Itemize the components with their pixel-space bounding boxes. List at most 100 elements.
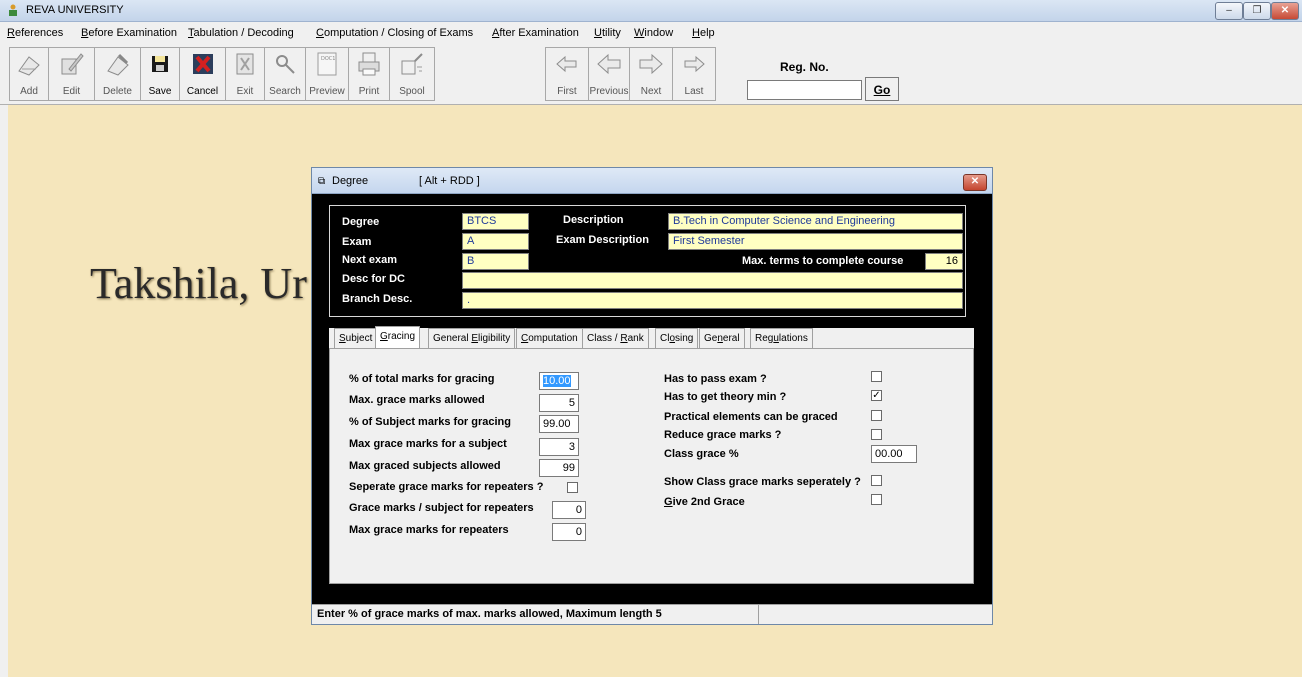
exit-door-icon: [236, 53, 254, 75]
last-record-button[interactable]: Last: [672, 47, 716, 101]
show-class-grace-label: Show Class grace marks seperately ?: [664, 476, 861, 488]
dialog-close-button[interactable]: ✕: [963, 174, 987, 191]
show-class-grace-checkbox[interactable]: [871, 475, 882, 486]
max-grace-marks-input[interactable]: 5: [539, 394, 579, 412]
edit-button[interactable]: Edit: [48, 47, 95, 101]
previous-record-button[interactable]: Previous: [588, 47, 630, 101]
max-graced-subjects-label: Max graced subjects allowed: [349, 460, 501, 472]
menu-references[interactable]: References: [7, 27, 63, 39]
toolbar: Add Edit Delete Save Cancel Exit Search …: [0, 44, 1302, 105]
restore-button[interactable]: ❐: [1243, 2, 1271, 20]
tab-gracing[interactable]: Gracing: [375, 326, 421, 349]
app-icon: [9, 4, 17, 16]
arrow-first-icon: [556, 55, 577, 73]
search-button[interactable]: Search: [264, 47, 306, 101]
has-to-pass-exam-label: Has to pass exam ?: [664, 373, 767, 385]
status-bar-message: Enter % of grace marks of max. marks all…: [312, 604, 758, 624]
menu-after-examination[interactable]: After Examination: [492, 27, 579, 39]
reg-no-label: Reg. No.: [780, 60, 829, 74]
cancel-button[interactable]: Cancel: [179, 47, 226, 101]
close-button[interactable]: ✕: [1271, 2, 1299, 20]
spool-button[interactable]: Spool: [389, 47, 435, 101]
has-to-pass-exam-checkbox[interactable]: [871, 371, 882, 382]
tab-closing[interactable]: Closing: [655, 328, 699, 348]
save-button[interactable]: Save: [140, 47, 180, 101]
preview-button[interactable]: DOC1 Preview: [305, 47, 349, 101]
tab-general-eligibility[interactable]: General Eligibility: [428, 328, 516, 348]
background-banner-text: Takshila, Ur: [90, 259, 307, 308]
max-grace-subject-input[interactable]: 3: [539, 438, 579, 456]
menu-window[interactable]: Window: [634, 27, 673, 39]
tab-regulations[interactable]: Regulations: [750, 328, 813, 348]
description-label: Description: [563, 214, 624, 226]
max-grace-marks-label: Max. grace marks allowed: [349, 394, 485, 406]
tab-class-rank[interactable]: Class / Rank: [582, 328, 649, 348]
max-grace-repeaters-input[interactable]: 0: [552, 523, 586, 541]
degree-label: Degree: [342, 216, 380, 228]
first-record-button[interactable]: First: [545, 47, 589, 101]
status-bar-panel: [758, 604, 992, 624]
description-field[interactable]: B.Tech in Computer Science and Engineeri…: [668, 213, 963, 230]
degree-header-panel: Degree BTCS Description B.Tech in Comput…: [329, 205, 966, 317]
next-exam-field[interactable]: B: [462, 253, 529, 270]
max-grace-repeaters-label: Max grace marks for repeaters: [349, 524, 509, 536]
exam-label: Exam: [342, 236, 372, 248]
reduce-grace-label: Reduce grace marks ?: [664, 429, 782, 441]
give-2nd-grace-checkbox[interactable]: [871, 494, 882, 505]
separate-grace-repeaters-checkbox[interactable]: [567, 482, 578, 493]
minimize-button[interactable]: –: [1215, 2, 1243, 20]
add-record-icon: [18, 56, 40, 76]
branch-desc-field[interactable]: .: [462, 292, 963, 309]
spool-icon: [401, 53, 423, 75]
menu-help[interactable]: Help: [692, 27, 715, 39]
tab-computation[interactable]: Computation: [516, 328, 583, 348]
separate-grace-repeaters-label: Seperate grace marks for repeaters ?: [349, 481, 544, 493]
theory-min-checkbox[interactable]: ✓: [871, 390, 882, 401]
menu-utility[interactable]: Utility: [594, 27, 621, 39]
tab-control: Subject Gracing General Eligibility Comp…: [329, 326, 974, 584]
degree-field[interactable]: BTCS: [462, 213, 529, 230]
pct-total-marks-label: % of total marks for gracing: [349, 373, 495, 385]
tab-general[interactable]: General: [699, 328, 745, 348]
branch-desc-label: Branch Desc.: [342, 293, 413, 305]
add-button[interactable]: Add: [9, 47, 49, 101]
reg-no-input[interactable]: [747, 80, 862, 100]
menu-before-examination[interactable]: Before Examination: [81, 27, 177, 39]
pct-subject-marks-label: % of Subject marks for gracing: [349, 416, 511, 428]
desc-for-dc-label: Desc for DC: [342, 273, 405, 285]
give-2nd-grace-label: Give 2nd Grace: [664, 496, 745, 508]
max-terms-field[interactable]: 16: [925, 253, 963, 270]
pct-total-marks-input[interactable]: 10.00: [539, 372, 579, 390]
max-graced-subjects-input[interactable]: 99: [539, 459, 579, 477]
search-icon: [276, 55, 295, 74]
exam-description-field[interactable]: First Semester: [668, 233, 963, 250]
grace-per-subject-repeaters-input[interactable]: 0: [552, 501, 586, 519]
give-2nd-grace-rest: ive 2nd Grace: [672, 496, 745, 508]
exit-button[interactable]: Exit: [225, 47, 265, 101]
practical-elements-label: Practical elements can be graced: [664, 411, 838, 423]
pct-subject-marks-input[interactable]: 99.00: [539, 415, 579, 433]
go-button[interactable]: Go: [865, 77, 899, 101]
max-grace-subject-label: Max grace marks for a subject: [349, 438, 507, 450]
reduce-grace-checkbox[interactable]: [871, 429, 882, 440]
degree-dialog: ⧉ Degree [ Alt + RDD ] ✕ Degree BTCS Des…: [311, 167, 993, 625]
class-grace-input[interactable]: 00.00: [871, 445, 917, 463]
delete-button[interactable]: Delete: [94, 47, 141, 101]
arrow-right-icon: [639, 53, 663, 75]
grace-per-subject-repeaters-label: Grace marks / subject for repeaters: [349, 502, 534, 514]
next-record-button[interactable]: Next: [629, 47, 673, 101]
exam-description-label: Exam Description: [556, 234, 649, 246]
next-exam-label: Next exam: [342, 254, 398, 266]
delete-record-icon: [106, 53, 129, 76]
practical-elements-checkbox[interactable]: [871, 410, 882, 421]
menu-tabulation-decoding[interactable]: Tabulation / Decoding: [188, 27, 294, 39]
dialog-title: Degree: [332, 175, 369, 187]
exam-field[interactable]: A: [462, 233, 529, 250]
dialog-titlebar: ⧉ Degree [ Alt + RDD ] ✕: [312, 168, 992, 194]
theory-min-label: Has to get theory min ?: [664, 391, 787, 403]
tab-subject[interactable]: Subject: [334, 328, 378, 348]
menu-computation-closing[interactable]: Computation / Closing of Exams: [316, 27, 473, 39]
desc-for-dc-field[interactable]: [462, 272, 963, 289]
print-button[interactable]: Print: [348, 47, 390, 101]
arrow-last-icon: [684, 55, 705, 73]
